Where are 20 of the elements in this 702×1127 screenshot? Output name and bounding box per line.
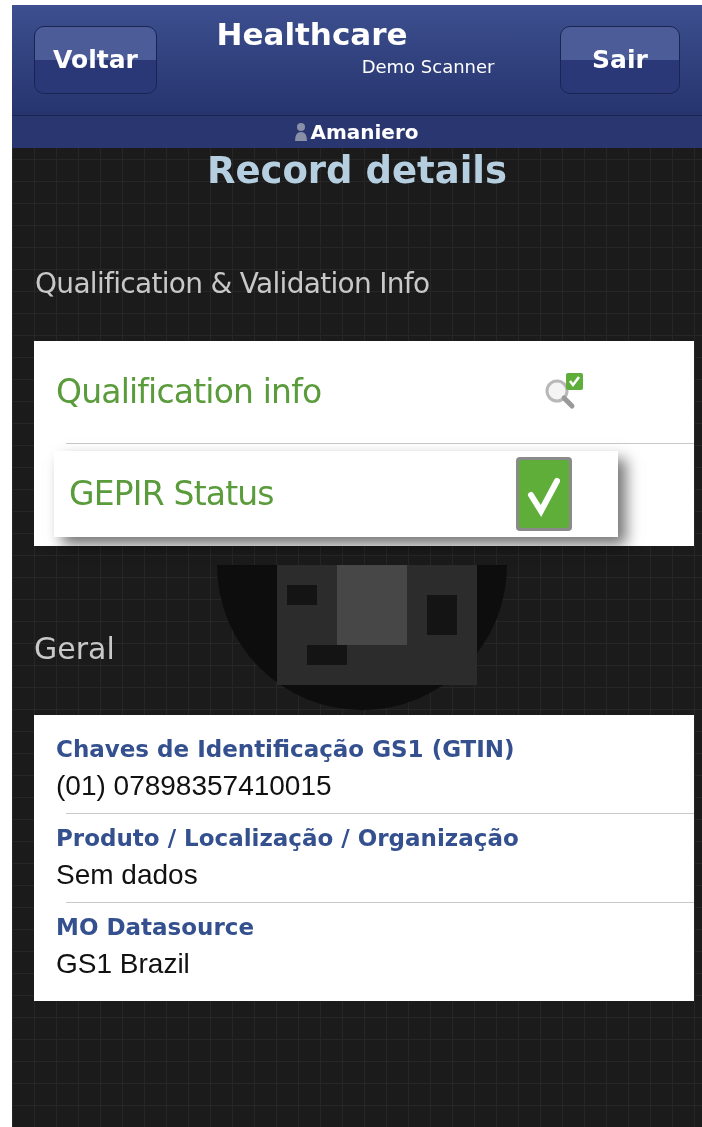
app-subtitle: Demo Scanner bbox=[361, 55, 496, 79]
user-icon bbox=[295, 123, 308, 141]
back-button[interactable]: Voltar bbox=[34, 26, 157, 94]
row-label: Qualification info bbox=[56, 371, 322, 414]
field-value: GS1 Brazil bbox=[56, 947, 191, 981]
checkmark-icon bbox=[514, 455, 574, 533]
exit-button[interactable]: Sair bbox=[560, 26, 680, 94]
username: Amaniero bbox=[310, 119, 419, 146]
field-value: (01) 07898357410015 bbox=[56, 769, 333, 803]
list-row[interactable]: GEPIR Status bbox=[54, 451, 618, 537]
section-heading: Qualification & Validation Info bbox=[35, 267, 430, 300]
field-label: Chaves de Identificação GS1 (GTIN) bbox=[56, 735, 516, 764]
row-label: GEPIR Status bbox=[69, 473, 274, 516]
list-row[interactable]: Qualification info bbox=[34, 341, 694, 443]
section-heading: Geral bbox=[34, 631, 115, 666]
app-title: Healthcare bbox=[215, 15, 409, 53]
page-title: Record details bbox=[206, 148, 508, 194]
field-label: MO Datasource bbox=[56, 913, 255, 942]
field-value: Sem dados bbox=[56, 858, 199, 892]
field-label: Produto / Localização / Organização bbox=[56, 824, 520, 853]
